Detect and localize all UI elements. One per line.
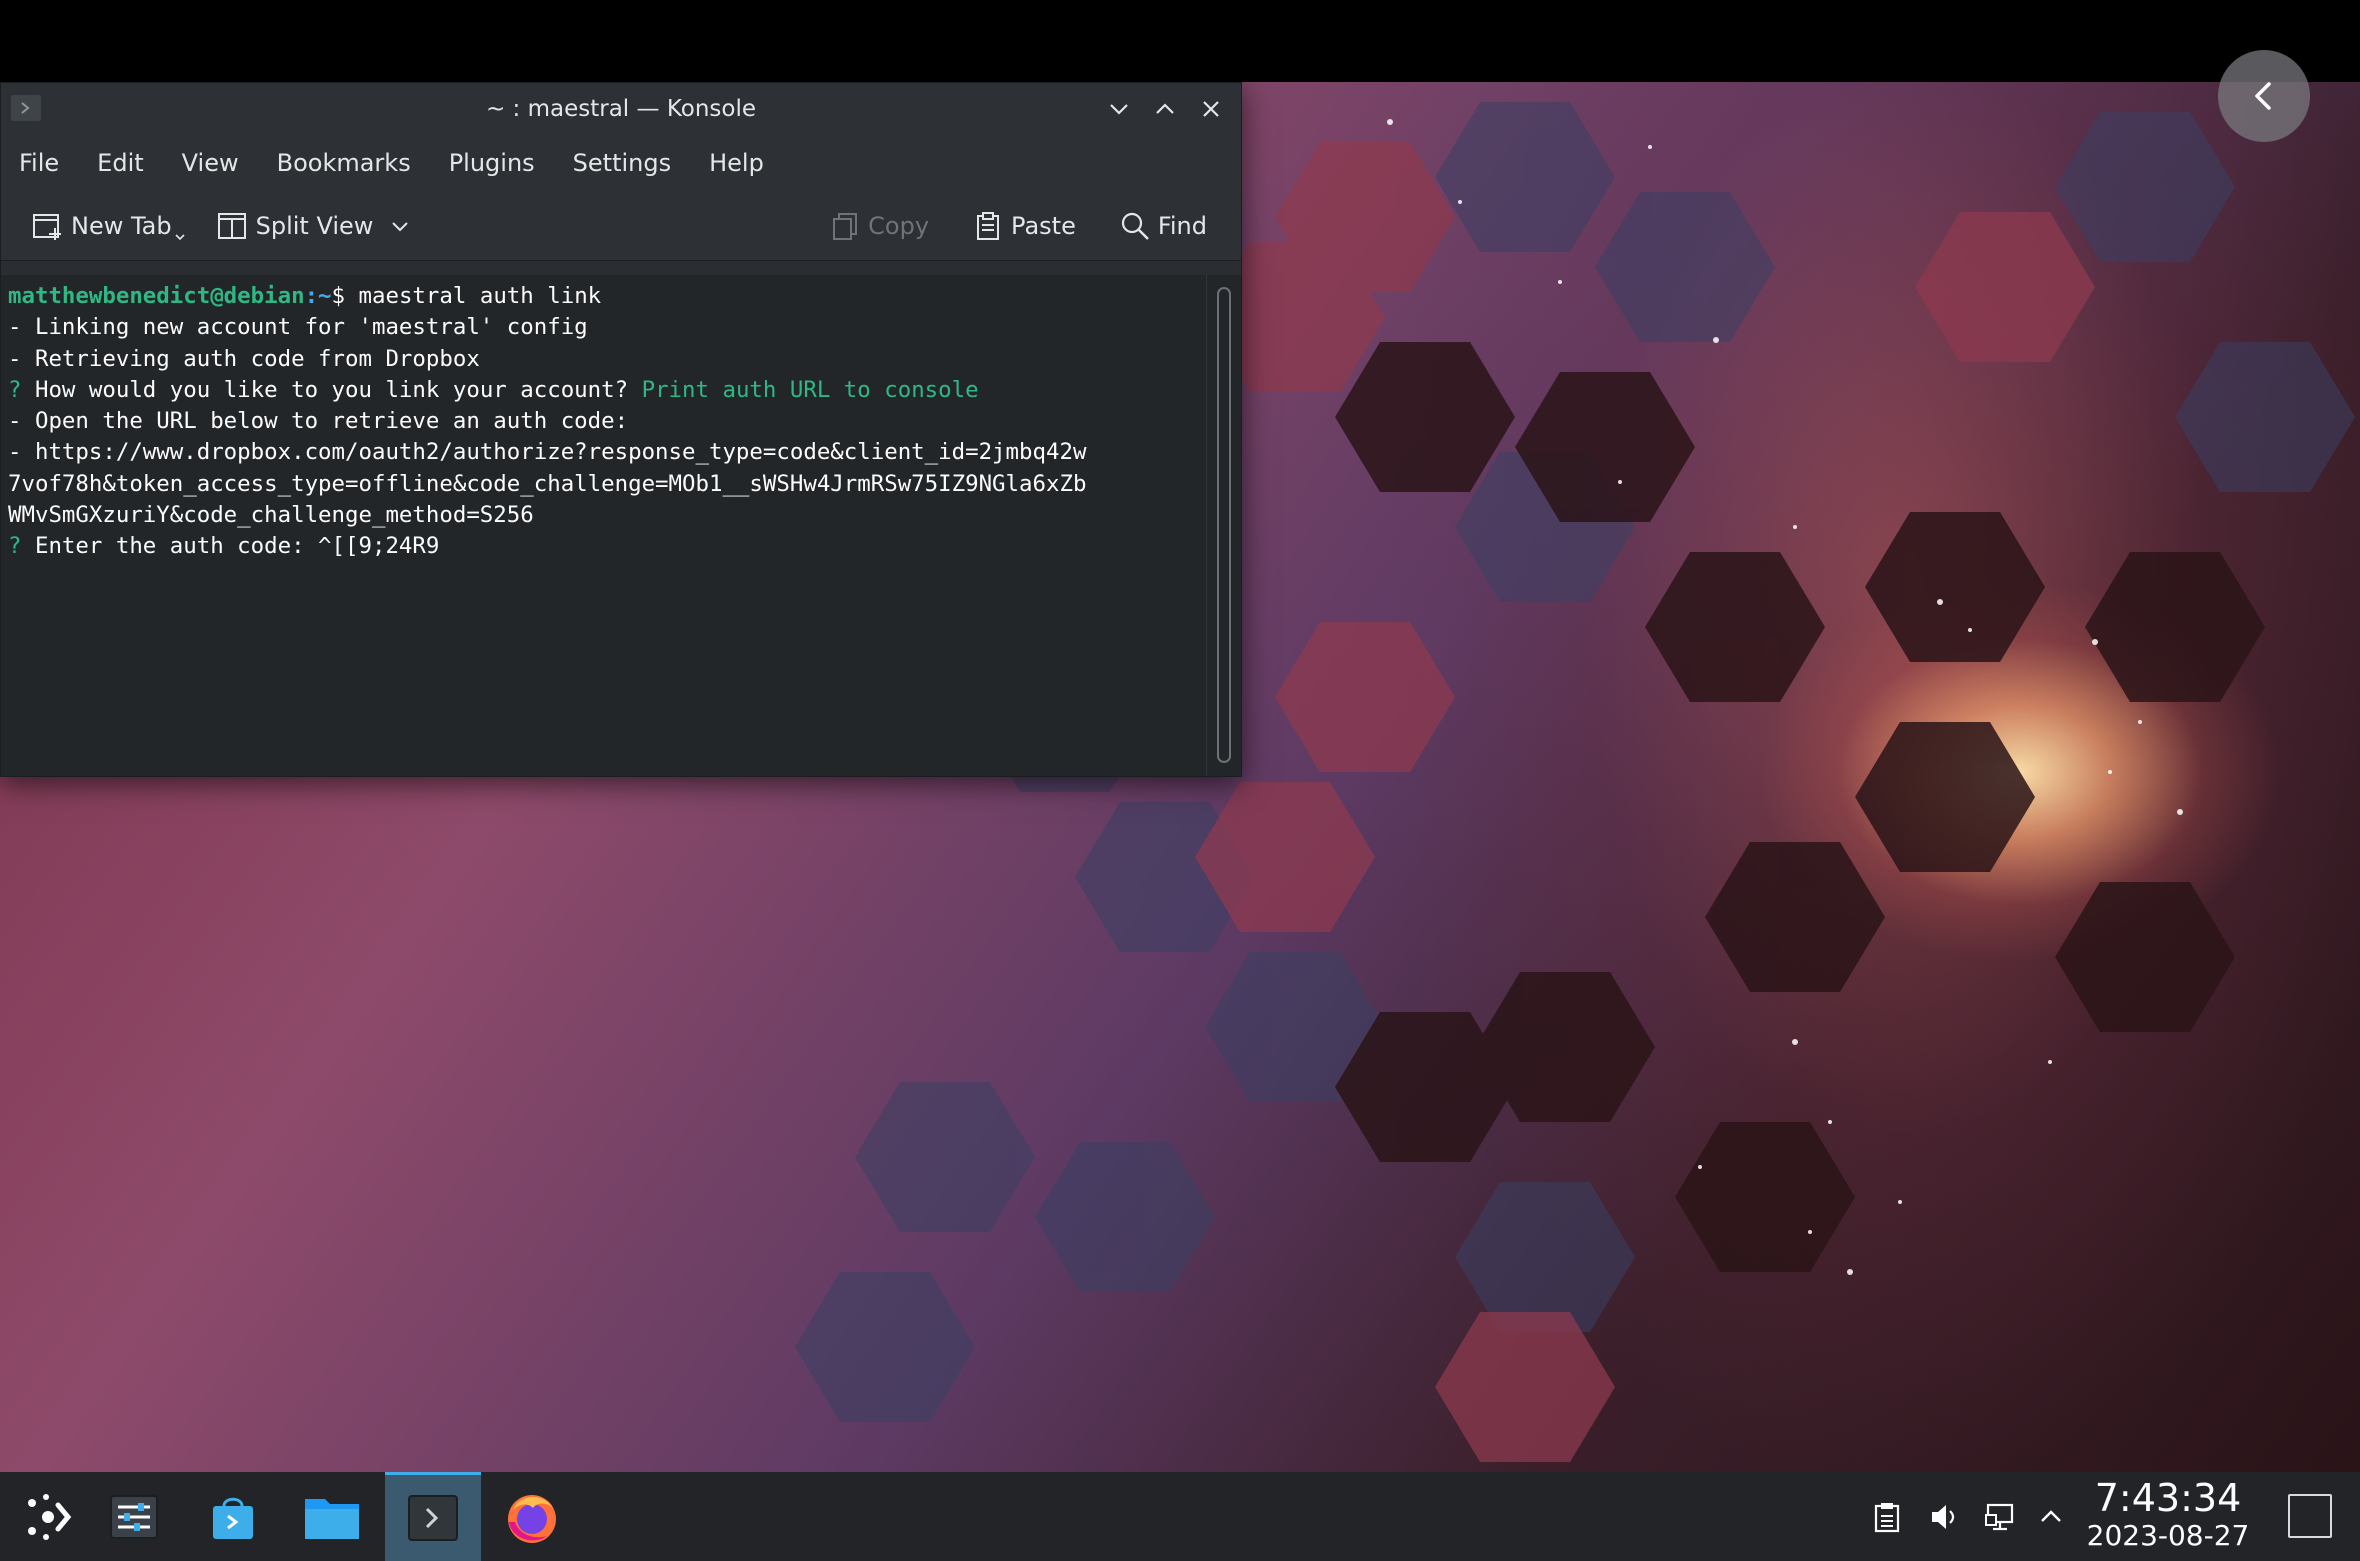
menu-plugins[interactable]: Plugins bbox=[437, 149, 547, 177]
terminal-line: matthewbenedict@debian:~$ maestral auth … bbox=[8, 281, 1206, 312]
window-title: ~ : maestral — Konsole bbox=[485, 96, 757, 122]
discover-store-icon bbox=[213, 1497, 253, 1539]
menu-help[interactable]: Help bbox=[697, 149, 776, 177]
chevron-down-icon bbox=[1110, 104, 1128, 115]
tray-expand-button[interactable] bbox=[2038, 1472, 2070, 1561]
konsole-taskbar-button[interactable] bbox=[385, 1472, 481, 1561]
menu-bookmarks[interactable]: Bookmarks bbox=[265, 149, 423, 177]
terminal-line: 7vof78h&token_access_type=offline&code_c… bbox=[8, 470, 1087, 497]
application-launcher-icon bbox=[28, 1493, 72, 1540]
paste-icon bbox=[977, 212, 1000, 240]
new-tab-label: New Tab bbox=[71, 211, 172, 240]
file-manager-button[interactable] bbox=[284, 1472, 380, 1561]
terminal-scrollbar[interactable] bbox=[1206, 275, 1241, 776]
chevron-up-icon bbox=[2041, 1509, 2061, 1522]
chevron-up-icon bbox=[1156, 103, 1174, 114]
paste-button[interactable]: Paste bbox=[965, 202, 1084, 250]
prompt-path: :~ bbox=[304, 283, 332, 309]
discover-store-button[interactable] bbox=[185, 1472, 281, 1561]
split-view-button[interactable]: Split View bbox=[208, 202, 420, 250]
menu-edit[interactable]: Edit bbox=[85, 149, 155, 177]
terminal-line: - Linking new account for 'maestral' con… bbox=[8, 314, 588, 341]
firefox-button[interactable] bbox=[484, 1472, 580, 1561]
copy-button[interactable]: Copy bbox=[822, 202, 937, 250]
top-black-bar bbox=[0, 0, 2360, 82]
chevron-down-icon bbox=[175, 233, 185, 240]
new-tab-icon bbox=[33, 213, 61, 240]
chevron-left-icon bbox=[2255, 82, 2271, 110]
konsole-window[interactable]: ~ : maestral — Konsole File Edit View Bo… bbox=[0, 82, 1242, 777]
window-titlebar[interactable]: ~ : maestral — Konsole bbox=[1, 83, 1241, 135]
command-text: maestral auth link bbox=[358, 283, 602, 309]
prompt-user: matthewbenedict@debian bbox=[8, 283, 305, 309]
copy-label: Copy bbox=[868, 212, 930, 240]
copy-icon bbox=[833, 213, 858, 240]
chevron-down-icon bbox=[392, 221, 409, 231]
prompt-symbol: $ bbox=[331, 283, 359, 309]
firefox-icon bbox=[508, 1494, 556, 1543]
back-button[interactable] bbox=[2218, 50, 2310, 142]
split-view-icon bbox=[217, 212, 246, 239]
close-button[interactable] bbox=[1195, 93, 1227, 125]
digital-clock[interactable]: 7:43:34 2023-08-27 bbox=[2078, 1476, 2258, 1552]
konsole-app-icon[interactable] bbox=[11, 95, 41, 121]
menu-view[interactable]: View bbox=[170, 149, 251, 177]
clock-time: 7:43:34 bbox=[2094, 1476, 2242, 1520]
network-icon bbox=[1985, 1503, 2014, 1530]
main-toolbar: New Tab Split View Copy Paste Find bbox=[1, 191, 1241, 261]
volume-tray[interactable] bbox=[1928, 1472, 1968, 1561]
auth-code-prompt: Enter the auth code: ^[[9;24R9 bbox=[34, 533, 440, 560]
terminal-line: - Open the URL below to retrieve an auth… bbox=[8, 408, 629, 435]
find-button[interactable]: Find bbox=[1112, 202, 1215, 250]
menu-file[interactable]: File bbox=[7, 149, 71, 177]
paste-label: Paste bbox=[1011, 212, 1076, 240]
maximize-button[interactable] bbox=[1149, 93, 1181, 125]
clipboard-tray[interactable] bbox=[1872, 1472, 1912, 1561]
question-mark: ? bbox=[8, 376, 35, 403]
terminal-line: - https://www.dropbox.com/oauth2/authori… bbox=[8, 439, 1087, 466]
scrollbar-thumb[interactable] bbox=[1217, 287, 1231, 763]
clock-date: 2023-08-27 bbox=[2086, 1519, 2250, 1552]
network-tray[interactable] bbox=[1984, 1472, 2024, 1561]
new-tab-button[interactable]: New Tab bbox=[23, 202, 194, 250]
find-label: Find bbox=[1157, 212, 1207, 240]
question-mark: ? bbox=[8, 533, 35, 560]
menu-settings[interactable]: Settings bbox=[561, 149, 683, 177]
terminal-line: ? Enter the auth code: ^[[9;24R9 bbox=[8, 531, 1206, 562]
file-manager-icon bbox=[305, 1498, 359, 1539]
answer-text: Print auth URL to console bbox=[641, 376, 979, 403]
close-icon bbox=[1203, 101, 1219, 117]
system-settings-icon bbox=[110, 1494, 158, 1539]
volume-icon bbox=[1932, 1504, 1955, 1529]
application-launcher-button[interactable] bbox=[0, 1472, 96, 1561]
terminal-output[interactable]: matthewbenedict@debian:~$ maestral auth … bbox=[1, 275, 1206, 776]
system-settings-button[interactable] bbox=[86, 1472, 182, 1561]
terminal-line: WMvSmGXzuriY&code_challenge_method=S256 bbox=[8, 502, 534, 529]
konsole-icon bbox=[408, 1495, 458, 1541]
search-icon bbox=[1121, 212, 1149, 240]
terminal-line: ? How would you like to you link your ac… bbox=[8, 375, 1206, 406]
menu-bar: File Edit View Bookmarks Plugins Setting… bbox=[1, 135, 1241, 191]
question-text: How would you like to you link your acco… bbox=[34, 376, 642, 403]
minimize-button[interactable] bbox=[1103, 93, 1135, 125]
show-desktop-button[interactable] bbox=[2288, 1494, 2332, 1538]
terminal-line: - Retrieving auth code from Dropbox bbox=[8, 345, 480, 372]
split-view-label: Split View bbox=[255, 211, 374, 240]
clipboard-icon bbox=[1874, 1502, 1900, 1532]
